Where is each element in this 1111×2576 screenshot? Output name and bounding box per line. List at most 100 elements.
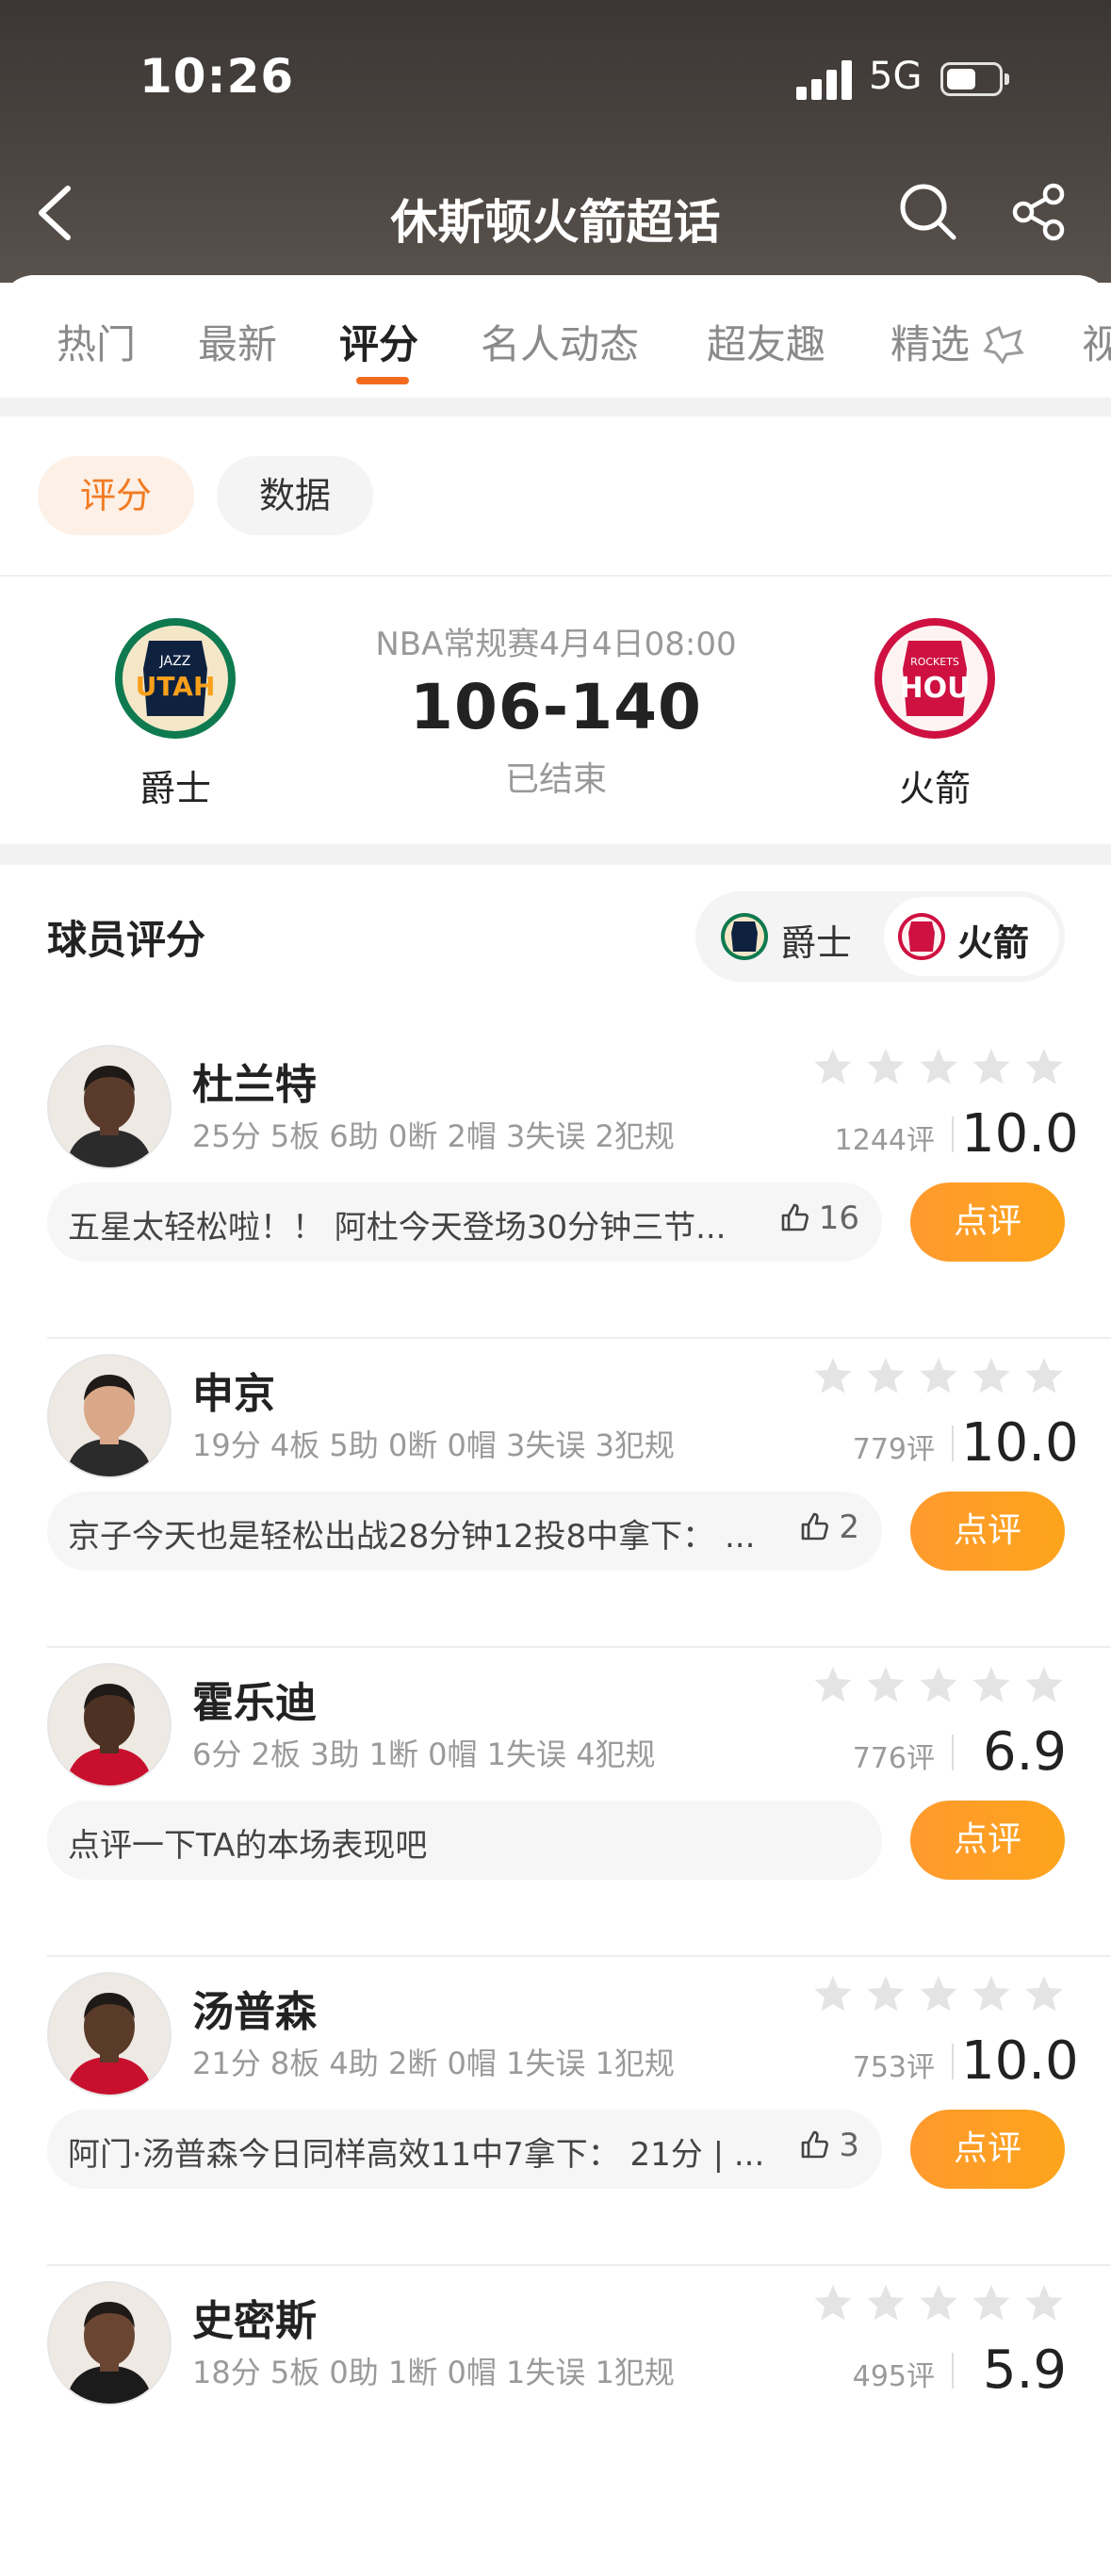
match-info: NBA常规赛4月4日08:00 xyxy=(375,626,737,663)
rating-stars[interactable] xyxy=(812,1665,1069,1706)
star-icon[interactable] xyxy=(867,1358,905,1394)
match-status: 已结束 xyxy=(504,760,607,799)
rating-stars[interactable] xyxy=(812,2283,1069,2324)
row-divider xyxy=(47,2264,1111,2266)
subtab-data[interactable]: 数据 xyxy=(217,456,373,535)
star-icon[interactable] xyxy=(972,1049,1010,1084)
star-icon[interactable] xyxy=(972,2285,1010,2321)
toggle-jazz[interactable]: 爵士 xyxy=(707,897,876,976)
star-icon[interactable] xyxy=(920,1049,957,1084)
tab-latest[interactable]: 最新 xyxy=(198,313,277,370)
tab-hot[interactable]: 热门 xyxy=(57,313,136,370)
search-button[interactable] xyxy=(897,181,957,241)
star-icon[interactable] xyxy=(1025,1976,1063,2012)
match-score: 106-140 xyxy=(410,671,702,743)
review-button[interactable]: 点评 xyxy=(910,2110,1065,2189)
player-row: 汤普森 21分 8板 4助 2断 0帽 1失误 1犯规 753评 10.0 阿门… xyxy=(0,1959,1111,2267)
star-icon[interactable] xyxy=(1025,1358,1063,1394)
player-name: 申京 xyxy=(192,1370,275,1418)
player-avatar[interactable] xyxy=(47,2281,172,2405)
star-icon[interactable] xyxy=(1025,1049,1063,1084)
divider xyxy=(952,1735,954,1770)
star-icon[interactable] xyxy=(814,2285,852,2321)
toggle-rockets-label: 火箭 xyxy=(957,922,1030,964)
team-toggle: 爵士 火箭 xyxy=(695,891,1065,982)
rating-stars[interactable] xyxy=(812,1356,1069,1397)
svg-text:ROCKETS: ROCKETS xyxy=(910,656,959,668)
tab-rating[interactable]: 评分 xyxy=(339,313,418,370)
jazz-mini-icon xyxy=(721,913,768,960)
star-icon[interactable] xyxy=(1025,2285,1063,2321)
featured-badge-icon xyxy=(983,325,1025,365)
tab-fans-fun[interactable]: 超友趣 xyxy=(707,313,825,370)
status-time: 10:26 xyxy=(139,49,295,104)
like-count[interactable]: 3 xyxy=(799,2127,859,2164)
row-divider xyxy=(47,1955,1111,1957)
divider xyxy=(952,1117,954,1152)
star-icon[interactable] xyxy=(814,1358,852,1394)
player-stats: 18分 5板 0助 1断 0帽 1失误 1犯规 xyxy=(192,2355,675,2390)
star-icon[interactable] xyxy=(814,1667,852,1703)
star-icon[interactable] xyxy=(920,1667,957,1703)
top-comment[interactable]: 京子今天也是轻松出战28分钟12投8中拿下： ... 2 xyxy=(47,1492,882,1571)
rating-count: 495评 xyxy=(852,2360,935,2393)
review-button[interactable]: 点评 xyxy=(910,1182,1065,1262)
star-icon[interactable] xyxy=(814,1976,852,2012)
top-comment[interactable]: 阿门·汤普森今日同样高效11中7拿下： 21分 | ... 3 xyxy=(47,2110,882,2189)
star-icon[interactable] xyxy=(867,1976,905,2012)
star-icon[interactable] xyxy=(867,2285,905,2321)
review-button[interactable]: 点评 xyxy=(910,1801,1065,1880)
player-stats: 25分 5板 6助 0断 2帽 3失误 2犯规 xyxy=(192,1118,675,1154)
like-number: 3 xyxy=(839,2127,859,2164)
star-icon[interactable] xyxy=(920,1976,957,2012)
like-number: 16 xyxy=(818,1199,859,1237)
player-stats: 6分 2板 3助 1断 0帽 1失误 4犯规 xyxy=(192,1736,656,1772)
divider xyxy=(0,575,1111,577)
player-avatar[interactable] xyxy=(47,1663,172,1787)
player-row: 霍乐迪 6分 2板 3助 1断 0帽 1失误 4犯规 776评 6.9 点评一下… xyxy=(0,1650,1111,1958)
share-button[interactable] xyxy=(1010,183,1069,241)
toggle-rockets[interactable]: 火箭 xyxy=(884,897,1059,976)
top-tabs: 热门 最新 评分 名人动态 超友趣 精选 视 xyxy=(0,275,1111,398)
like-count[interactable]: 2 xyxy=(799,1508,859,1546)
star-icon[interactable] xyxy=(920,2285,957,2321)
player-avatar-image xyxy=(49,1356,170,1476)
player-stats: 19分 4板 5助 0断 0帽 3失误 3犯规 xyxy=(192,1427,675,1463)
rockets-logo-icon: ROCKETS HOU xyxy=(874,618,995,739)
star-icon[interactable] xyxy=(972,1976,1010,2012)
rating-stars[interactable] xyxy=(812,1974,1069,2015)
player-avatar[interactable] xyxy=(47,1045,172,1169)
top-comment[interactable]: 五星太轻松啦！！ 阿杜今天登场30分钟三节... 16 xyxy=(47,1182,882,1262)
player-score: 6.9 xyxy=(982,1721,1067,1783)
player-row: 杜兰特 25分 5板 6助 0断 2帽 3失误 2犯规 1244评 10.0 五… xyxy=(0,1032,1111,1340)
tab-video[interactable]: 视 xyxy=(1082,313,1111,370)
player-avatar-image xyxy=(49,1974,170,2095)
player-avatar[interactable] xyxy=(47,1354,172,1478)
star-icon[interactable] xyxy=(972,1667,1010,1703)
player-avatar[interactable] xyxy=(47,1972,172,2096)
star-icon[interactable] xyxy=(814,1049,852,1084)
row-divider xyxy=(47,1337,1111,1339)
rating-stars[interactable] xyxy=(812,1047,1069,1088)
top-header: 10:26 5G 休斯顿火箭超话 xyxy=(0,0,1111,283)
star-icon[interactable] xyxy=(920,1358,957,1394)
player-row: 申京 19分 4板 5助 0断 0帽 3失误 3犯规 779评 10.0 京子今… xyxy=(0,1341,1111,1649)
network-type: 5G xyxy=(869,55,923,98)
divider xyxy=(952,1426,954,1461)
review-button[interactable]: 点评 xyxy=(910,1492,1065,1571)
star-icon[interactable] xyxy=(972,1358,1010,1394)
jazz-logo: JAZZ UTAH xyxy=(113,616,237,741)
player-name: 汤普森 xyxy=(192,1988,317,2036)
rockets-logo: ROCKETS HOU xyxy=(873,616,997,741)
like-count[interactable]: 16 xyxy=(779,1199,859,1237)
thumbs-up-icon xyxy=(802,2130,829,2159)
star-icon[interactable] xyxy=(867,1667,905,1703)
star-icon[interactable] xyxy=(1025,1667,1063,1703)
comment-text: 京子今天也是轻松出战28分钟12投8中拿下： ... xyxy=(68,1518,756,1556)
comment-text: 阿门·汤普森今日同样高效11中7拿下： 21分 | ... xyxy=(68,2136,765,2174)
tab-featured[interactable]: 精选 xyxy=(890,313,1025,370)
tab-celebrity[interactable]: 名人动态 xyxy=(481,313,639,370)
star-icon[interactable] xyxy=(867,1049,905,1084)
top-comment[interactable]: 点评一下TA的本场表现吧 xyxy=(47,1801,882,1880)
subtab-rating[interactable]: 评分 xyxy=(38,456,194,535)
